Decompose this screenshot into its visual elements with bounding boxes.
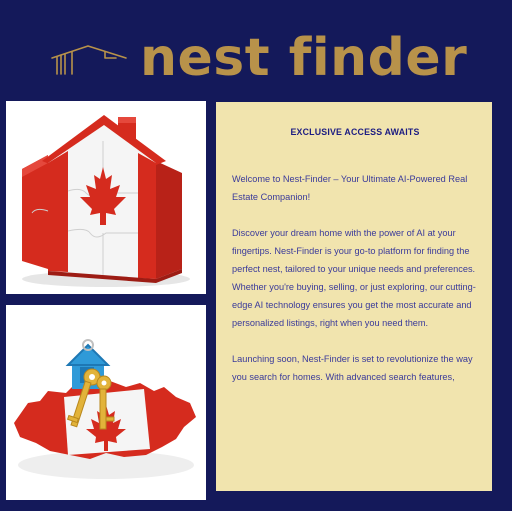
keys-on-map-illustration <box>14 339 196 479</box>
welcome-paragraph: Welcome to Nest-Finder – Your Ultimate A… <box>232 174 468 202</box>
puzzle-house-illustration <box>22 115 190 287</box>
header: nest finder <box>0 0 512 100</box>
canada-map-house-keys-image <box>6 305 206 500</box>
brand-name: nest finder <box>140 28 468 88</box>
launching-paragraph: Launching soon, Nest-Finder is set to re… <box>232 354 473 382</box>
discover-paragraph: Discover your dream home with the power … <box>232 228 476 328</box>
canadian-flag-puzzle-house-image <box>6 101 206 294</box>
panel-heading: EXCLUSIVE ACCESS AWAITS <box>290 127 420 137</box>
house-outline-icon <box>51 45 127 75</box>
content-panel: EXCLUSIVE ACCESS AWAITS Welcome to Nest-… <box>216 102 492 491</box>
